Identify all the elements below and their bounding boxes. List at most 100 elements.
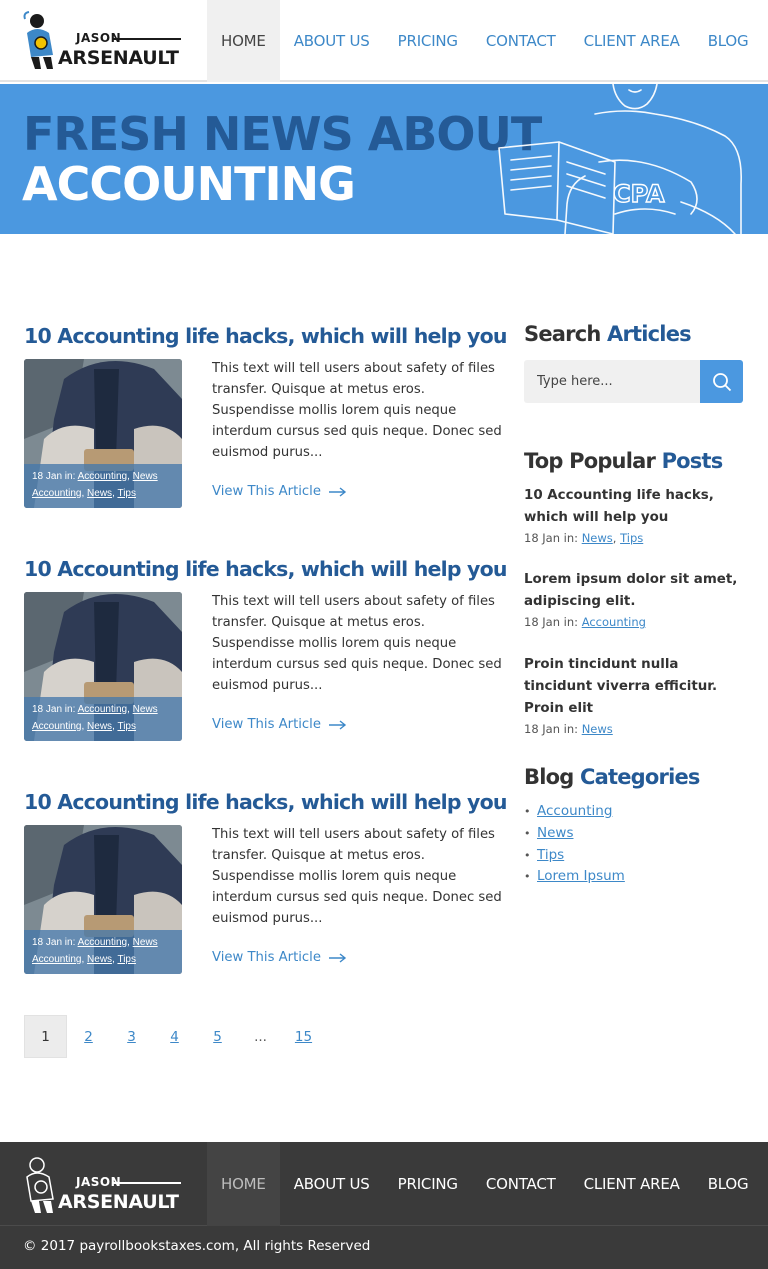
popular-title-accent: Posts — [661, 449, 724, 473]
page-button[interactable]: 3 — [110, 1015, 153, 1058]
footer-nav-item-client-area[interactable]: Client Area — [570, 1142, 694, 1226]
article-thumbnail[interactable]: 18 Jan in: Accounting, News Accounting, … — [24, 825, 182, 974]
reading-man-illustration-icon: CPA — [498, 84, 742, 234]
footer-logo[interactable]: JASON ARSENAULT — [23, 1155, 183, 1215]
footer-nav-item-about-us[interactable]: About Us — [280, 1142, 384, 1226]
pagination: 1 2 3 4 5 ... 15 — [24, 1015, 325, 1058]
article-title[interactable]: 10 Accounting life hacks, which will hel… — [24, 557, 507, 581]
copyright-text: © 2017 payrollbookstaxes.com, All rights… — [23, 1238, 371, 1254]
view-article-link[interactable]: View This Article — [212, 484, 347, 499]
footer-nav-item-home[interactable]: Home — [207, 1142, 280, 1226]
tag-link[interactable]: Accounting — [78, 704, 127, 715]
category-list: • Accounting • News • Tips • Lorem Ipsum — [524, 801, 625, 888]
popular-post-title[interactable]: Lorem ipsum dolor sit amet, adipiscing e… — [524, 569, 749, 613]
tag-link[interactable]: News — [582, 722, 613, 736]
bullet-icon: • — [524, 870, 531, 884]
search-input[interactable] — [524, 360, 700, 403]
category-link[interactable]: News — [537, 823, 573, 845]
popular-post-meta: 18 Jan in: News — [524, 722, 749, 736]
view-article-label: View This Article — [212, 484, 321, 499]
popular-post-meta: 18 Jan in: Accounting — [524, 615, 749, 629]
popular-widget-title: Top Popular Posts — [524, 449, 724, 473]
page-button-current[interactable]: 1 — [24, 1015, 67, 1058]
footer-nav-item-pricing[interactable]: Pricing — [384, 1142, 472, 1226]
hero-banner: FRESH NEWS ABOUT ACCOUNTING CPA — [0, 84, 768, 234]
logo-divider — [113, 1182, 181, 1184]
article-thumbnail[interactable]: 18 Jan in: Accounting, News Accounting, … — [24, 592, 182, 741]
bullet-icon: • — [524, 805, 531, 818]
article-title[interactable]: 10 Accounting life hacks, which will hel… — [24, 324, 507, 348]
article-date: 18 Jan in: — [32, 471, 76, 482]
popular-post-date: 18 Jan in: — [524, 615, 579, 629]
article-title[interactable]: 10 Accounting life hacks, which will hel… — [24, 790, 507, 814]
page-ellipsis: ... — [254, 1028, 267, 1045]
tag-link[interactable]: News — [87, 488, 112, 499]
nav-item-about-us[interactable]: About Us — [280, 0, 384, 82]
tag-link[interactable]: Accounting — [78, 937, 127, 948]
article-card: 10 Accounting life hacks, which will hel… — [24, 324, 507, 508]
site-footer: JASON ARSENAULT Home About Us Pricing Co… — [0, 1142, 768, 1269]
logo-name-top: JASON — [76, 1175, 122, 1189]
article-card: 10 Accounting life hacks, which will hel… — [24, 557, 507, 741]
logo-name-top: JASON — [76, 31, 122, 45]
bullet-icon: • — [524, 848, 531, 862]
footer-nav-item-blog[interactable]: Blog — [694, 1142, 763, 1226]
category-link[interactable]: Lorem Ipsum — [537, 866, 625, 888]
nav-item-client-area[interactable]: Client Area — [570, 0, 694, 82]
page-button[interactable]: 5 — [196, 1015, 239, 1058]
arrow-right-icon — [328, 952, 347, 963]
category-link[interactable]: Accounting — [537, 801, 612, 823]
popular-post: Proin tincidunt nulla tincidunt viverra … — [524, 654, 749, 736]
popular-post: 10 Accounting life hacks, which will hel… — [524, 485, 749, 545]
search-button[interactable] — [700, 360, 743, 403]
arrow-right-icon — [328, 719, 347, 730]
list-item: • News — [524, 823, 625, 845]
site-header: JASON ARSENAULT Home About Us Pricing Co… — [0, 0, 768, 82]
list-item: • Accounting — [524, 801, 625, 823]
tag-link[interactable]: News — [582, 531, 613, 545]
search-icon — [712, 372, 731, 391]
article-thumbnail[interactable]: 18 Jan in: Accounting, News Accounting, … — [24, 359, 182, 508]
popular-post: Lorem ipsum dolor sit amet, adipiscing e… — [524, 569, 749, 629]
nav-item-blog[interactable]: Blog — [694, 0, 763, 82]
arrow-right-icon — [328, 486, 347, 497]
tag-link[interactable]: Accounting — [78, 471, 127, 482]
view-article-link[interactable]: View This Article — [212, 950, 347, 965]
nav-item-contact[interactable]: Contact — [472, 0, 570, 82]
banner-title-line2: ACCOUNTING — [22, 157, 356, 211]
list-item: • Lorem Ipsum — [524, 866, 625, 888]
tag-link[interactable]: News — [87, 954, 112, 965]
popular-post-title[interactable]: 10 Accounting life hacks, which will hel… — [524, 485, 749, 529]
popular-post-title[interactable]: Proin tincidunt nulla tincidunt viverra … — [524, 654, 749, 720]
site-logo[interactable]: JASON ARSENAULT — [23, 11, 183, 71]
tag-link[interactable]: Tips — [117, 488, 136, 499]
view-article-link[interactable]: View This Article — [212, 717, 347, 732]
popular-title-plain: Top Popular — [524, 449, 656, 473]
article-card: 10 Accounting life hacks, which will hel… — [24, 790, 507, 974]
page-button-last[interactable]: 15 — [282, 1015, 325, 1058]
categories-title-accent: Categories — [579, 765, 700, 789]
banner-title-line1: FRESH NEWS ABOUT — [23, 107, 542, 161]
popular-post-date: 18 Jan in: — [524, 531, 579, 545]
tag-link[interactable]: Tips — [620, 531, 643, 545]
footer-nav-bar: JASON ARSENAULT Home About Us Pricing Co… — [0, 1142, 768, 1226]
page-button[interactable]: 4 — [153, 1015, 196, 1058]
footer-nav-item-contact[interactable]: Contact — [472, 1142, 570, 1226]
tag-link[interactable]: Tips — [117, 721, 136, 732]
article-date: 18 Jan in: — [32, 937, 76, 948]
tag-link[interactable]: Tips — [117, 954, 136, 965]
nav-item-home[interactable]: Home — [207, 0, 280, 82]
page-button[interactable]: 2 — [67, 1015, 110, 1058]
nav-item-pricing[interactable]: Pricing — [384, 0, 472, 82]
search-title-plain: Search — [524, 322, 601, 346]
categories-title-plain: Blog — [524, 765, 574, 789]
tag-link[interactable]: News — [87, 721, 112, 732]
tag-link[interactable]: Accounting — [582, 615, 646, 629]
logo-name-bottom: ARSENAULT — [58, 1191, 179, 1213]
category-link[interactable]: Tips — [537, 845, 564, 867]
thumbnail-caption: 18 Jan in: Accounting, News Accounting, … — [24, 930, 182, 974]
logo-name-bottom: ARSENAULT — [58, 47, 179, 69]
article-excerpt: This text will tell users about safety o… — [212, 361, 502, 460]
mascot-logo-icon — [23, 11, 53, 69]
categories-widget-title: Blog Categories — [524, 765, 700, 789]
